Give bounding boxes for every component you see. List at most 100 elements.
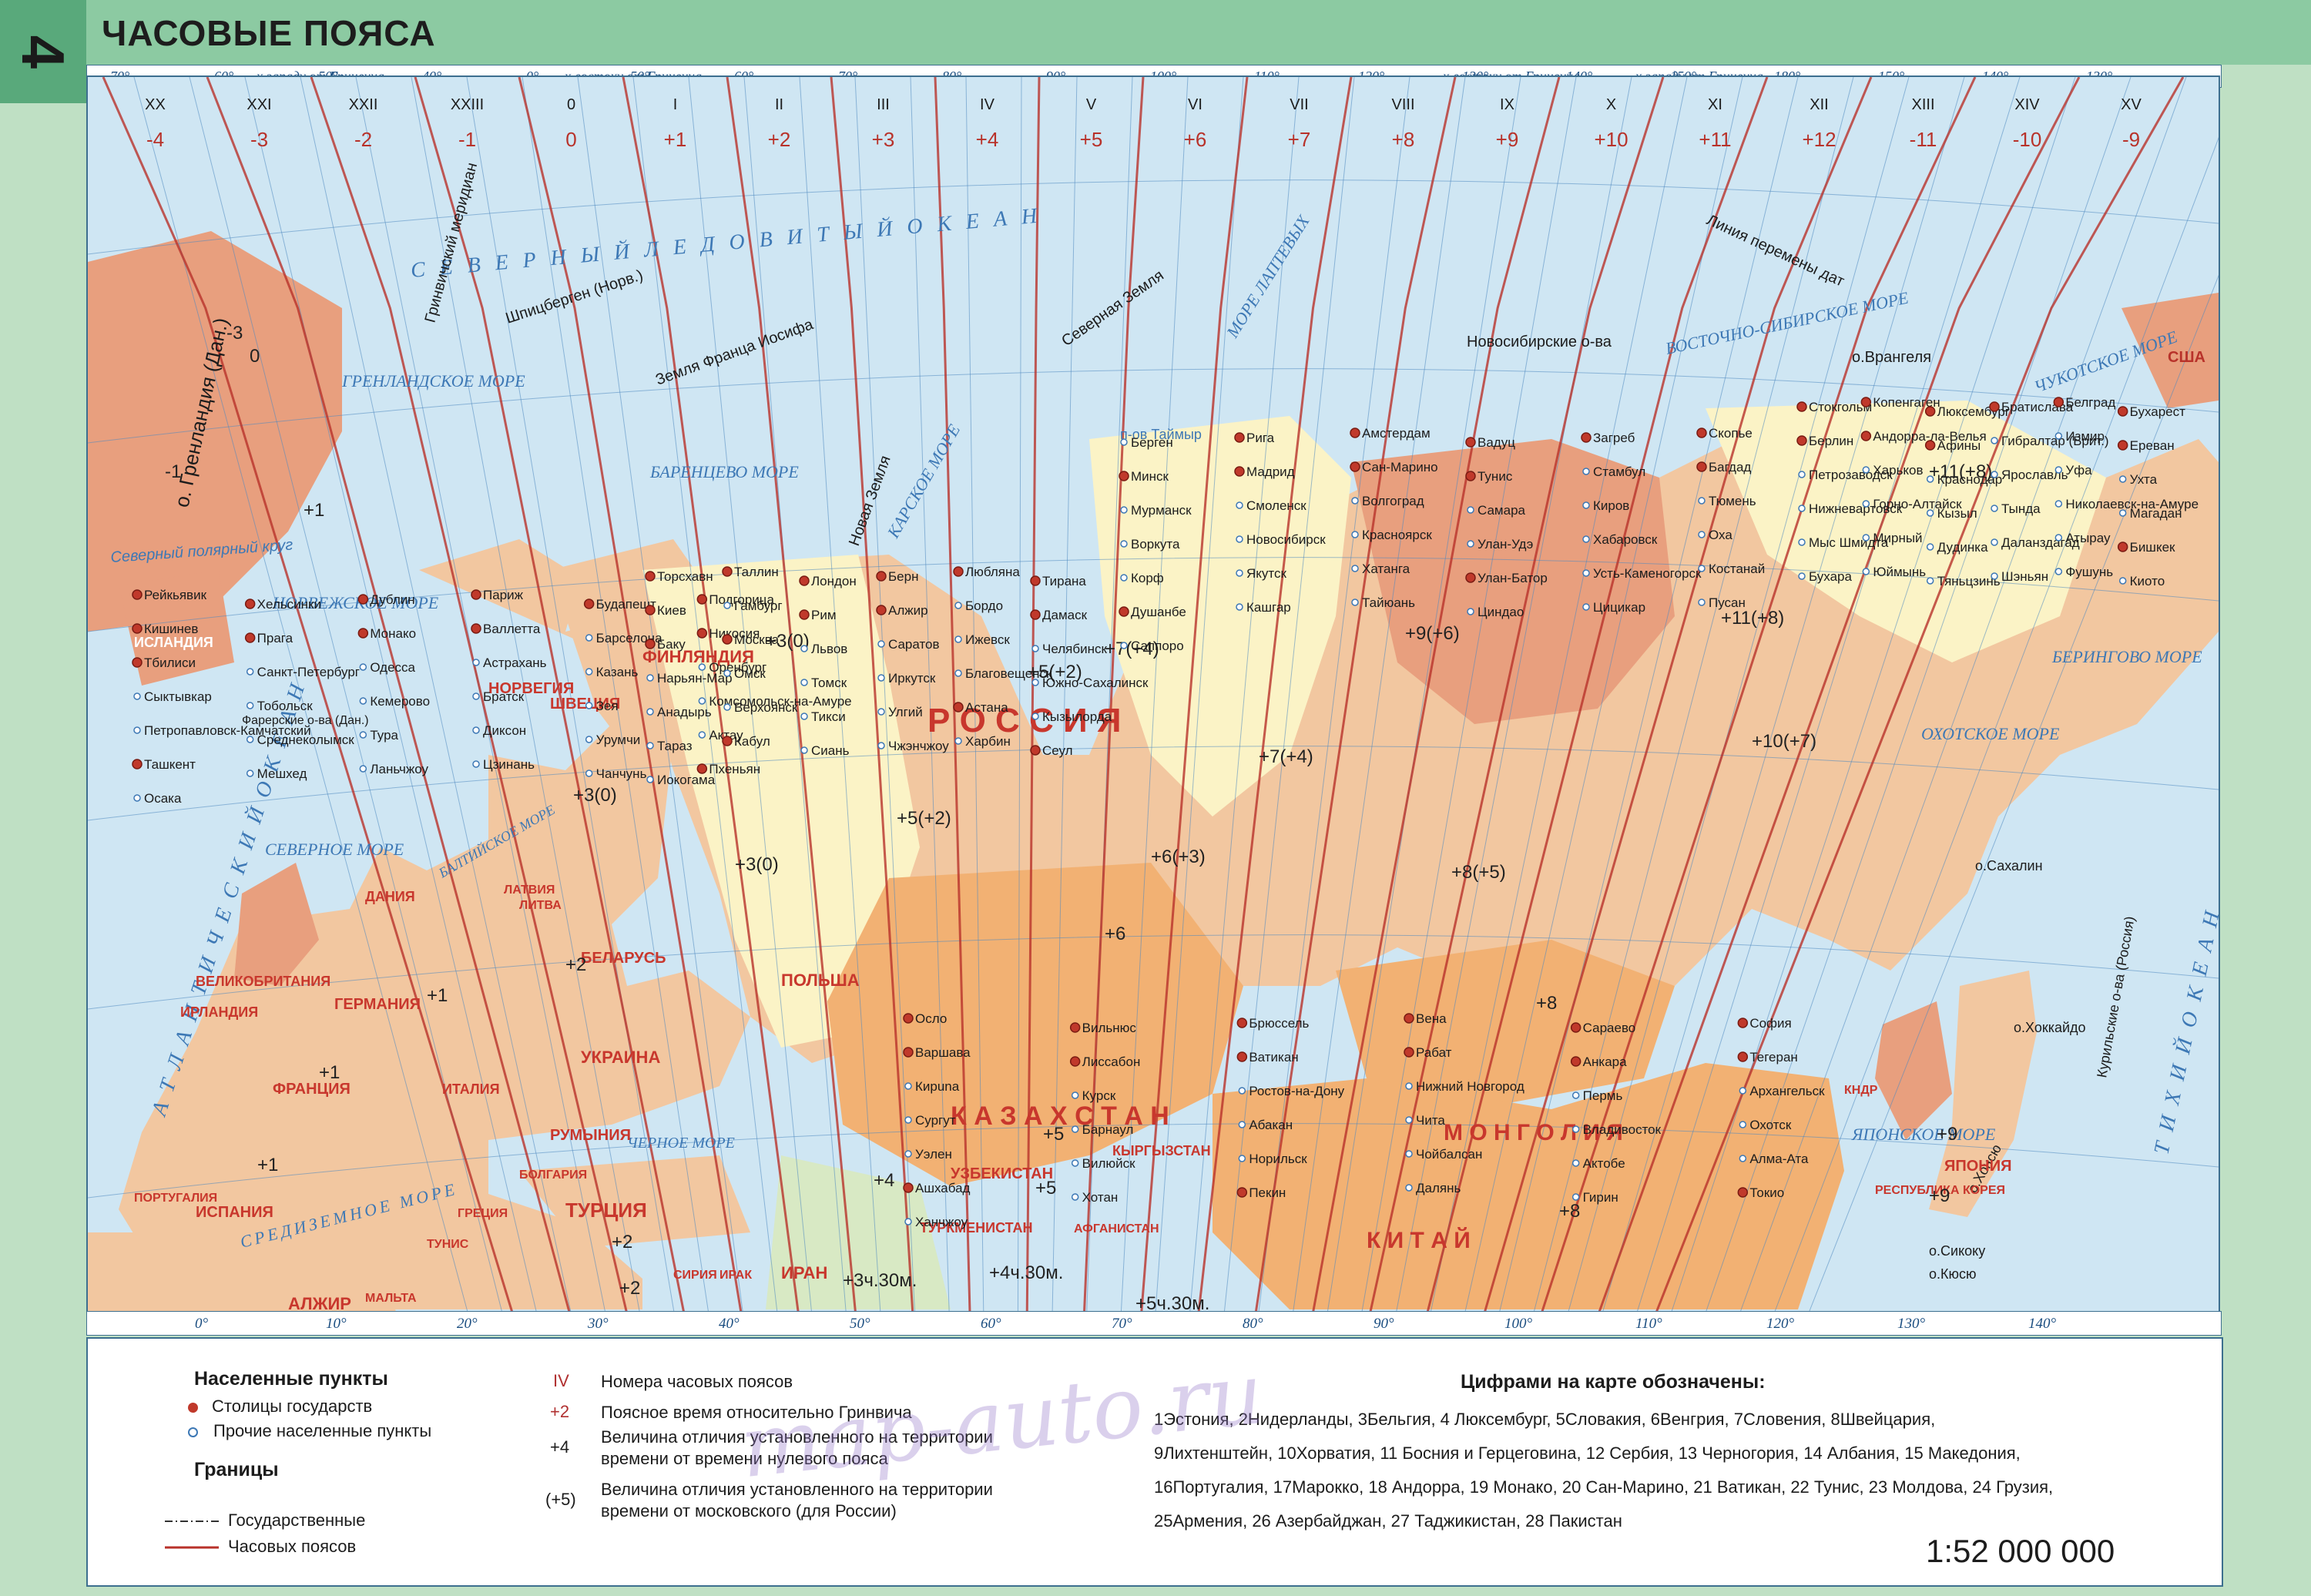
- iceland-label: ИСЛАНДИЯ: [134, 635, 213, 650]
- zone-offset: -1: [458, 128, 476, 151]
- city-label: Якутск: [1246, 566, 1287, 581]
- city-label: Мирный: [1873, 531, 1922, 545]
- zone-header: XX-4XXI-3XXII-2XXIII-100I+1II+2III+3IV+4…: [145, 96, 2142, 151]
- city: Тобольск: [246, 699, 313, 713]
- city-label: Тында: [2001, 501, 2041, 516]
- city-label: Берн: [888, 569, 918, 584]
- town-dot-icon: [359, 697, 367, 705]
- capital-dot-icon: [2053, 397, 2064, 407]
- capital-dot-icon: [1030, 575, 1041, 586]
- town-dot-icon: [954, 737, 962, 745]
- town-dot-icon: [1120, 506, 1128, 514]
- zone-number: III: [877, 96, 890, 113]
- capital-dot-icon: [645, 605, 656, 615]
- city-label: Душанбе: [1131, 605, 1186, 619]
- region-offset: +8: [1559, 1201, 1580, 1222]
- capital-dot-icon: [1404, 1013, 1414, 1024]
- country-label: ИРАК: [719, 1269, 752, 1282]
- city: Смоленск: [1236, 498, 1306, 513]
- city-label: Монако: [370, 626, 416, 641]
- city-label: Циндао: [1477, 605, 1524, 619]
- city-label: Ташкент: [144, 757, 196, 772]
- capital-city: Брюссель: [1236, 1016, 1310, 1031]
- region-offset: +10(+7): [1752, 731, 1816, 752]
- city-label: Корф: [1131, 571, 1164, 585]
- zone-offset: +6: [1184, 128, 1207, 151]
- capital-dot-icon: [1119, 606, 1129, 617]
- bottom-scale-svg: 0° 10° 20° 30° 40° 50° 60° 70° 80° 90° 100° 110° 120…: [195, 1316, 2057, 1332]
- city-label: Охотск: [1749, 1118, 1792, 1132]
- city-label: Юймынь: [1873, 565, 1926, 579]
- city-label: Скопье: [1709, 426, 1753, 441]
- bottom-tick-label: 50°: [850, 1316, 870, 1332]
- town-dot-icon: [1582, 569, 1590, 577]
- city: Нижний Новгород: [1405, 1079, 1524, 1094]
- city-label: Одесса: [370, 660, 415, 675]
- city: Красноярск: [1351, 528, 1432, 542]
- city: Сыктывкар: [133, 689, 212, 704]
- region-offset: +1: [304, 500, 324, 521]
- city-label: Сеул: [1042, 743, 1073, 758]
- city-label: Верхоянск: [734, 700, 798, 715]
- capital-city: Ереван: [2117, 438, 2175, 453]
- town-dot-icon: [585, 702, 593, 709]
- capital-dot-icon: [1924, 406, 1936, 417]
- town-dot-icon: [246, 668, 254, 676]
- country-label: ПОРТУГАЛИЯ: [134, 1192, 217, 1205]
- legend-capitals-row: Столицы государств: [188, 1396, 372, 1417]
- city-label: Казань: [596, 665, 639, 679]
- town-dot-icon: [1571, 1091, 1580, 1099]
- country-label: ТУНИС: [427, 1238, 469, 1251]
- town-dot-icon: [1405, 1150, 1413, 1158]
- city-label: Нижний Новгород: [1416, 1079, 1524, 1094]
- city-label: Тайюань: [1362, 595, 1415, 610]
- town-dot-icon: [1071, 1091, 1079, 1099]
- city: Ханчжоу: [904, 1215, 968, 1229]
- region-offset: +3(0): [573, 785, 617, 806]
- city-label: Среднеколымск: [257, 733, 355, 747]
- bottom-longitude-scale: 0° 10° 20° 30° 40° 50° 60° 70° 80° 90° 100° 110° 120…: [86, 1311, 2222, 1336]
- zone-number: VIII: [1391, 96, 1414, 113]
- city-label: Волгоград: [1362, 494, 1424, 508]
- zone-number: VI: [1188, 96, 1202, 113]
- pacific-ocean-label: Т И Х И Й О К Е А Н: [2149, 906, 2219, 1156]
- city-label: Чанчунь: [596, 766, 647, 781]
- capital-city: Любляна: [953, 565, 1020, 579]
- city-label: Дублин: [370, 592, 414, 607]
- town-dot-icon: [1238, 1155, 1246, 1162]
- town-dot-icon: [1031, 679, 1039, 686]
- region-offset: +5: [1043, 1124, 1064, 1145]
- legend-capitals: Столицы государств: [212, 1396, 373, 1416]
- town-dot-icon: [1798, 538, 1806, 546]
- city-label: Харбин: [965, 734, 1011, 749]
- region-offset: +9: [1937, 1124, 1957, 1145]
- legend-numbers-line3: 16Португалия, 17Марокко, 18 Андорра, 19 …: [1154, 1477, 2054, 1497]
- capital-city: Дамаск: [1030, 608, 1088, 622]
- city-label: Сан-Марино: [1362, 460, 1438, 474]
- zone-offset: -9: [2122, 128, 2140, 151]
- town-dot-icon: [585, 736, 593, 743]
- zone-number: XIV: [2014, 96, 2040, 113]
- wrangel-label: о.Врангеля: [1852, 349, 1931, 366]
- town-dot-icon: [1071, 1159, 1079, 1167]
- capital-dot-icon: [1796, 435, 1807, 446]
- capital-city: Стокгольм: [1796, 400, 1872, 414]
- city-label: Кабул: [734, 734, 770, 749]
- city-label: Львов: [811, 642, 847, 656]
- country-label: УКРАИНА: [581, 1048, 660, 1067]
- city-label: Норильск: [1249, 1152, 1307, 1166]
- town-dot-icon: [472, 726, 480, 734]
- capital-dot-icon: [1737, 1018, 1749, 1028]
- legend-settlements-heading: Населенные пункты: [194, 1368, 388, 1390]
- capital-dot-icon: [244, 598, 256, 609]
- town-dot-icon: [800, 645, 808, 652]
- city-label: Валлетта: [483, 622, 541, 636]
- town-dot-icon: [1467, 540, 1474, 548]
- city: Магадан: [2118, 506, 2182, 521]
- town-dot-icon: [1991, 437, 1998, 444]
- city-label: Абакан: [1249, 1118, 1293, 1132]
- country-label: БЕЛАРУСЬ: [581, 950, 666, 967]
- city-label: Вильнюс: [1082, 1021, 1137, 1035]
- city-label: Кирuna: [915, 1079, 960, 1094]
- town-dot-icon: [188, 1427, 198, 1437]
